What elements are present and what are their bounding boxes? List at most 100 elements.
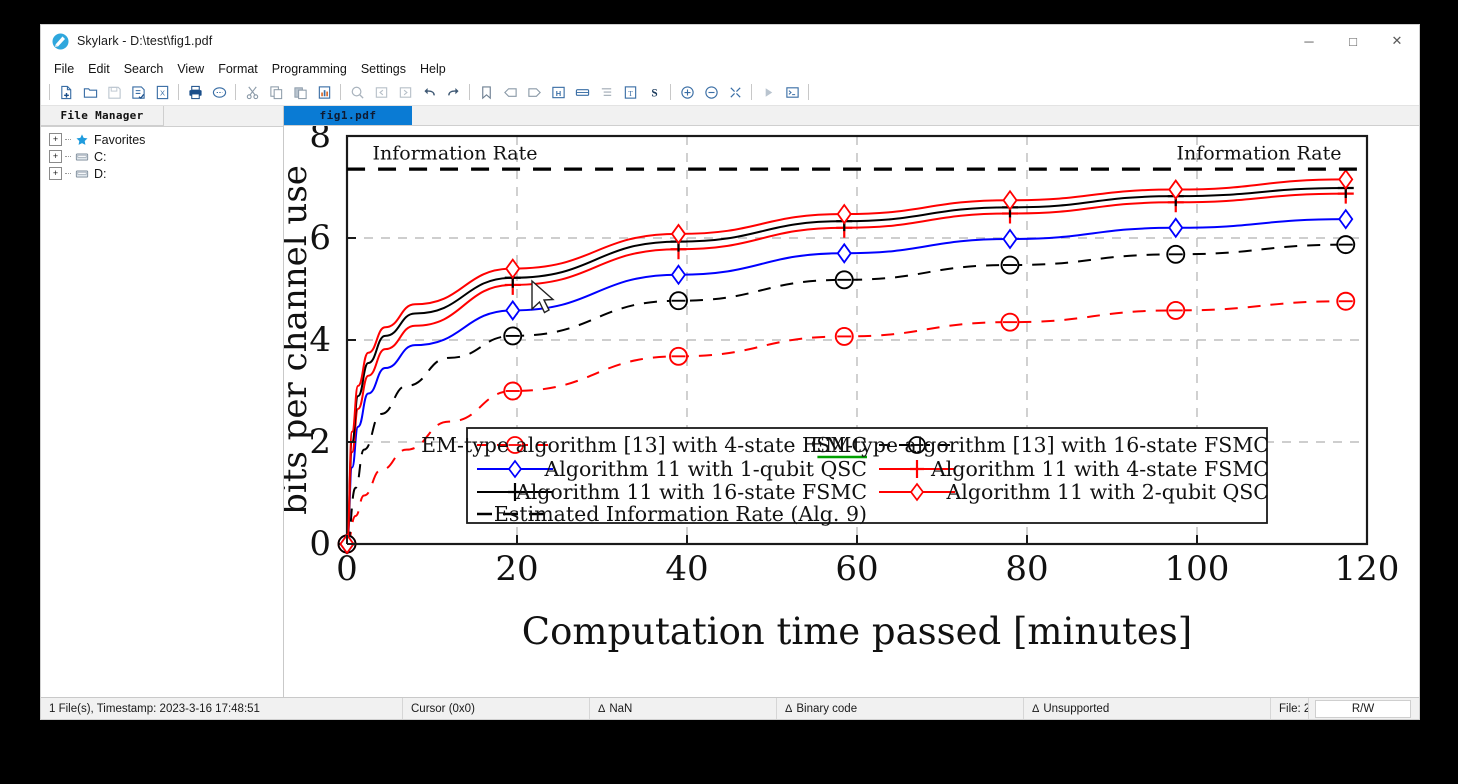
- tree-item-drive-d[interactable]: + D:: [41, 165, 283, 182]
- star-icon: [73, 133, 90, 147]
- sidebar-header-row: File Manager: [41, 106, 283, 127]
- expander-icon[interactable]: +: [49, 133, 62, 146]
- sidebar-tab-file-manager[interactable]: File Manager: [41, 106, 164, 126]
- list-view-icon[interactable]: [595, 81, 617, 103]
- text-view-icon[interactable]: T: [619, 81, 641, 103]
- data-marker-circle-minus: [1000, 255, 1020, 275]
- svg-text:T: T: [628, 88, 633, 97]
- tree-item-favorites[interactable]: + Favorites: [41, 131, 283, 148]
- legend-label: EM-type algorithm [13] with 4-state FSMC: [421, 433, 867, 457]
- toolbar-separator: [49, 84, 50, 100]
- data-marker-diamond: [670, 264, 687, 286]
- tab-fig1-pdf[interactable]: fig1.pdf: [284, 106, 412, 125]
- menu-search[interactable]: Search: [117, 60, 171, 78]
- status-bar: 1 File(s), Timestamp: 2023-3-16 17:48:51…: [41, 697, 1419, 719]
- cut-icon[interactable]: [241, 81, 263, 103]
- minimize-button[interactable]: ─: [1287, 25, 1331, 57]
- status-unsupported-label: Unsupported: [1043, 702, 1110, 715]
- data-marker-diamond: [1338, 208, 1354, 230]
- toolbar: X H T S: [41, 79, 1419, 106]
- data-marker-diamond: [505, 299, 521, 321]
- document-tab-strip: fig1.pdf: [284, 106, 1419, 126]
- menu-format[interactable]: Format: [211, 60, 265, 78]
- close-button[interactable]: ✕: [1375, 25, 1419, 57]
- redo-icon[interactable]: [442, 81, 464, 103]
- find-previous-icon[interactable]: [370, 81, 392, 103]
- window-title: Skylark - D:\test\fig1.pdf: [77, 34, 213, 48]
- legend-label: Estimated Information Rate (Alg. 9): [494, 502, 867, 526]
- svg-text:H: H: [555, 88, 560, 97]
- open-folder-icon[interactable]: [79, 81, 101, 103]
- fit-page-icon[interactable]: [724, 81, 746, 103]
- structure-view-icon[interactable]: S: [643, 81, 665, 103]
- print-preview-icon[interactable]: [208, 81, 230, 103]
- menu-edit[interactable]: Edit: [81, 60, 117, 78]
- find-next-icon[interactable]: [394, 81, 416, 103]
- data-marker-circle-minus: [1336, 235, 1356, 255]
- status-files: 1 File(s), Timestamp: 2023-3-16 17:48:51: [41, 698, 403, 719]
- print-icon[interactable]: [184, 81, 206, 103]
- toolbar-separator: [469, 84, 470, 100]
- window-controls: ─ □ ✕: [1287, 25, 1419, 57]
- legend-label: Algorithm 11 with 2-qubit QSC: [945, 480, 1269, 504]
- status-filesize: File: 26834 (Byte): [1271, 698, 1309, 719]
- undo-icon[interactable]: [418, 81, 440, 103]
- save-as-icon[interactable]: [127, 81, 149, 103]
- export-excel-icon[interactable]: X: [151, 81, 173, 103]
- data-marker-circle-minus: [834, 326, 854, 346]
- legend-label: Algorithm 11 with 16-state FSMC: [515, 480, 867, 504]
- data-marker-circle-minus: [834, 270, 854, 290]
- copy-icon[interactable]: [265, 81, 287, 103]
- zoom-out-icon[interactable]: [700, 81, 722, 103]
- data-marker-diamond: [1002, 228, 1018, 250]
- menu-programming[interactable]: Programming: [265, 60, 354, 78]
- toolbar-separator: [340, 84, 341, 100]
- application-window: Skylark - D:\test\fig1.pdf ─ □ ✕ File Ed…: [40, 24, 1420, 720]
- search-icon[interactable]: [346, 81, 368, 103]
- disk-view-icon[interactable]: [571, 81, 593, 103]
- title-bar: Skylark - D:\test\fig1.pdf ─ □ ✕: [41, 25, 1419, 58]
- screen: Skylark - D:\test\fig1.pdf ─ □ ✕ File Ed…: [0, 0, 1458, 784]
- delta-icon: Δ: [598, 702, 606, 715]
- hex-view-icon[interactable]: H: [547, 81, 569, 103]
- information-rate-chart: 024680 20 40 60 80 100 120 Information Rate Inf…: [284, 126, 1400, 653]
- x-tick-label: 100: [1165, 549, 1230, 589]
- paste-icon[interactable]: [289, 81, 311, 103]
- menu-view[interactable]: View: [170, 60, 211, 78]
- pdf-viewer[interactable]: 0 2 4 6 8 0 20 40 60 80 100 120 Information Rate Inf…: [284, 126, 1419, 697]
- zoom-in-icon[interactable]: [676, 81, 698, 103]
- save-icon[interactable]: [103, 81, 125, 103]
- chart-report-icon[interactable]: [313, 81, 335, 103]
- status-cursor: Cursor (0x0): [403, 698, 590, 719]
- tree-connector: [65, 173, 71, 174]
- goto-next-icon[interactable]: [523, 81, 545, 103]
- tree-item-label: Favorites: [94, 132, 146, 147]
- tree-item-drive-c[interactable]: + C:: [41, 148, 283, 165]
- expander-icon[interactable]: +: [49, 150, 62, 163]
- legend-label: Algorithm 11 with 4-state FSMC: [930, 457, 1269, 481]
- data-marker-circle-minus: [1166, 300, 1186, 320]
- data-marker-circle-minus: [1000, 312, 1020, 332]
- menu-help[interactable]: Help: [413, 60, 453, 78]
- legend-label: Algorithm 11 with 1-qubit QSC: [543, 457, 867, 481]
- maximize-button[interactable]: □: [1331, 25, 1375, 57]
- menu-file[interactable]: File: [47, 60, 81, 78]
- svg-text:S: S: [651, 87, 657, 99]
- tab-label: fig1.pdf: [319, 109, 377, 122]
- run-icon[interactable]: [757, 81, 779, 103]
- file-tree: + Favorites + C: + D:: [41, 127, 283, 697]
- data-marker-diamond: [1168, 217, 1184, 239]
- y-axis-label: bits per channel use: [284, 165, 315, 515]
- goto-previous-icon[interactable]: [499, 81, 521, 103]
- toolbar-separator: [751, 84, 752, 100]
- status-unsupported: Δ Unsupported: [1024, 698, 1271, 719]
- x-axis-label: Computation time passed [minutes]: [522, 610, 1192, 653]
- expander-icon[interactable]: +: [49, 167, 62, 180]
- menu-settings[interactable]: Settings: [354, 60, 413, 78]
- console-icon[interactable]: [781, 81, 803, 103]
- new-file-icon[interactable]: [55, 81, 77, 103]
- skylark-logo-icon: [51, 32, 69, 50]
- toolbar-separator: [178, 84, 179, 100]
- x-tick-label: 120: [1335, 549, 1400, 589]
- bookmark-icon[interactable]: [475, 81, 497, 103]
